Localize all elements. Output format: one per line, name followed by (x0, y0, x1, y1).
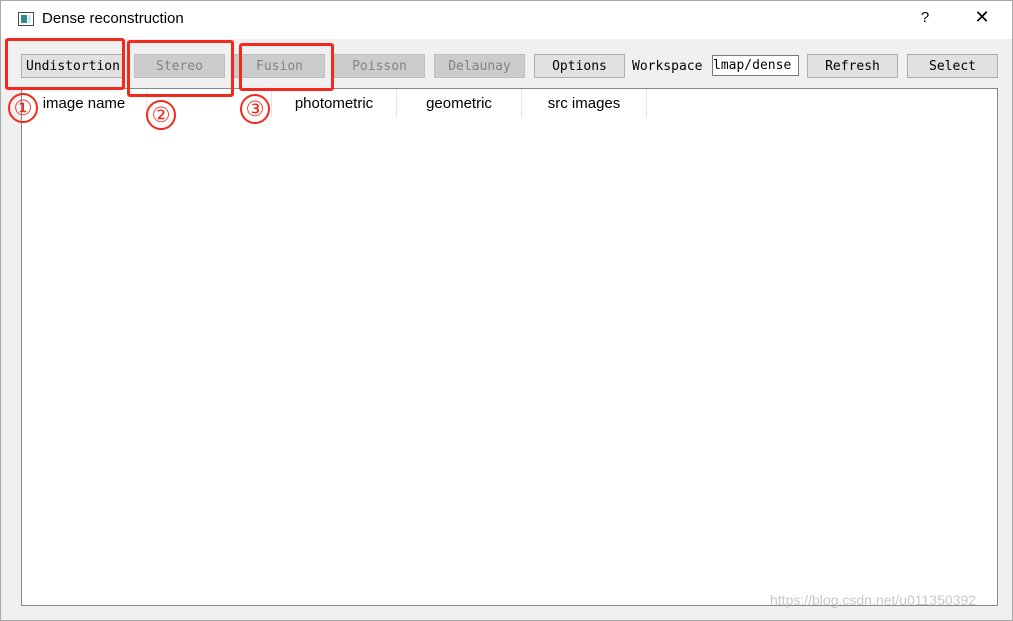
image-table[interactable]: image name photometric geometric src ima… (21, 88, 998, 606)
refresh-button[interactable]: Refresh (807, 54, 898, 78)
annotation-marker-2: ② (146, 100, 176, 130)
annotation-box-fusion (239, 43, 334, 91)
annotation-box-undistortion (5, 38, 125, 90)
app-icon (18, 12, 34, 26)
poisson-button[interactable]: Poisson (334, 54, 425, 78)
select-button[interactable]: Select (907, 54, 998, 78)
annotation-marker-1: ① (8, 93, 38, 123)
column-header-src-images[interactable]: src images (522, 89, 647, 118)
title-bar: Dense reconstruction ? ✕ (1, 1, 1012, 39)
close-button[interactable]: ✕ (967, 7, 997, 33)
delaunay-button[interactable]: Delaunay (434, 54, 525, 78)
annotation-box-stereo (127, 40, 234, 97)
window-title: Dense reconstruction (42, 10, 184, 27)
workspace-input[interactable]: lmap/dense (712, 55, 799, 76)
watermark: https://blog.csdn.net/u011350392 (770, 592, 977, 608)
column-header-geometric[interactable]: geometric (397, 89, 522, 118)
help-button[interactable]: ? (911, 9, 939, 31)
annotation-marker-3: ③ (240, 94, 270, 124)
column-header-photometric[interactable]: photometric (272, 89, 397, 118)
workspace-label: Workspace (632, 59, 703, 74)
options-button[interactable]: Options (534, 54, 625, 78)
